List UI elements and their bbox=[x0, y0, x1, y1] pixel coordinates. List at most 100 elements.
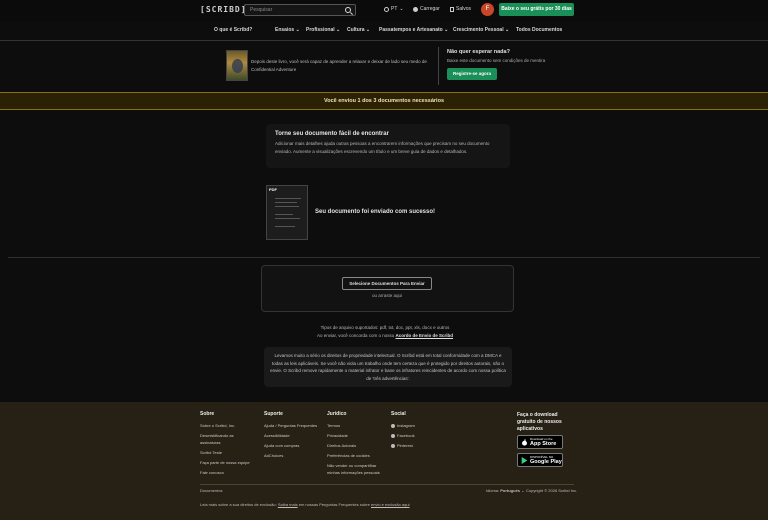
section-divider bbox=[8, 257, 760, 258]
nav-what-is-scribd[interactable]: O que é Scribd? bbox=[214, 27, 252, 33]
text-line bbox=[275, 218, 300, 219]
select-documents-button[interactable]: Selecione Documentos Para Enviar bbox=[342, 277, 432, 290]
search-input[interactable]: Pesquisar bbox=[244, 4, 356, 16]
nav-label: Profissional bbox=[306, 27, 335, 33]
saved-link[interactable]: Salvos bbox=[450, 6, 471, 12]
pinterest-icon bbox=[391, 443, 395, 448]
footer-link[interactable]: Faça parte de nossa equipe bbox=[200, 459, 252, 466]
agreement-line: Ao enviar, você concorda com o nosso Aco… bbox=[200, 332, 570, 340]
footer-social: Social Instagram Facebook Pinterest bbox=[391, 411, 415, 452]
footer-link[interactable]: Não vender ou compartilhar minhas inform… bbox=[327, 462, 383, 476]
instagram-link[interactable]: Instagram bbox=[391, 422, 415, 429]
footer-about: Sobre Sobre o Scribd, Inc. Desmistifican… bbox=[200, 411, 252, 479]
play-icon bbox=[521, 457, 528, 464]
nav-culture[interactable]: Cultura ⌄ bbox=[347, 27, 370, 33]
upload-progress-banner: Você enviou 1 dos 3 documentos necessári… bbox=[0, 92, 768, 110]
search-placeholder: Pesquisar bbox=[250, 7, 273, 13]
ip-notice-text: Levamos muito a sério os direitos de pro… bbox=[270, 353, 506, 381]
search-icon[interactable] bbox=[345, 7, 351, 13]
nav-label: Ensaios bbox=[275, 27, 295, 33]
text-line bbox=[275, 214, 293, 215]
footer-link[interactable]: Direitos Autorais bbox=[327, 442, 383, 449]
footer-legal: Jurídico Termos Privacidade Direitos Aut… bbox=[327, 411, 383, 479]
footer-link[interactable]: Preferências de cookies bbox=[327, 452, 383, 459]
apps-heading: Faça o download gratuito de nossos aplic… bbox=[517, 412, 562, 432]
store-name: App Store bbox=[530, 441, 557, 447]
social-label: Facebook bbox=[397, 433, 415, 438]
footer-link[interactable]: Scribd Teste bbox=[200, 449, 252, 456]
supported-types: Tipos de arquivo suportados: pdf, txt, d… bbox=[320, 325, 450, 330]
avatar[interactable]: F bbox=[481, 3, 494, 16]
footer-link[interactable]: Sobre o Scribd, Inc. bbox=[200, 422, 252, 429]
upload-success-message: Seu documento foi enviado com sucesso! bbox=[315, 209, 436, 215]
app-store-button[interactable]: Download on the App Store bbox=[517, 435, 563, 449]
book-description: Depois deste livro, você será capaz de a… bbox=[251, 58, 431, 74]
book-cover-image[interactable] bbox=[226, 50, 248, 81]
scribd-logo[interactable]: [SCRIBD] bbox=[200, 5, 247, 14]
drag-hint: ou arraste aqui bbox=[371, 293, 403, 298]
footer-link[interactable]: Ajuda / Perguntas Frequentes bbox=[264, 422, 317, 429]
footer-link[interactable]: AdChoices bbox=[264, 452, 317, 459]
top-bar: [SCRIBD] Pesquisar PT ⌄ Carregar Salvos … bbox=[0, 0, 768, 22]
book-description-line: Depois deste livro, você será capaz de a… bbox=[251, 59, 427, 64]
document-thumbnail[interactable]: PDF bbox=[266, 185, 308, 240]
text-line bbox=[275, 202, 297, 203]
upload-label: Carregar bbox=[420, 6, 440, 12]
nav-essays[interactable]: Ensaios ⌄ bbox=[275, 27, 300, 33]
facebook-link[interactable]: Facebook bbox=[391, 432, 415, 439]
nav-all-documents[interactable]: Todos Documentos bbox=[516, 27, 562, 33]
footer-link[interactable]: Fale conosco bbox=[200, 469, 252, 476]
facebook-icon bbox=[391, 433, 395, 438]
pinterest-link[interactable]: Pinterest bbox=[391, 442, 415, 449]
tip-body: Adicionar mais detalhes ajuda outras pes… bbox=[275, 141, 490, 154]
language-footer[interactable]: Idioma: Português ⌄ bbox=[486, 488, 524, 493]
learn-more-link[interactable]: Saiba mais bbox=[278, 502, 298, 507]
no-wait-title: Não quer esperar nada? bbox=[447, 49, 510, 55]
book-promo: Depois deste livro, você será capaz de a… bbox=[0, 41, 768, 92]
pdf-badge: PDF bbox=[269, 187, 277, 192]
bottom-notice: Leia mais sobre a sua direitos de exclus… bbox=[200, 502, 409, 507]
footer-link[interactable]: Desmistificando as assinaturas bbox=[200, 432, 252, 446]
documents-link[interactable]: Documentos bbox=[200, 488, 222, 493]
language-selector[interactable]: PT ⌄ bbox=[384, 6, 404, 12]
text-line bbox=[275, 226, 295, 227]
bottom-prefix: Leia mais sobre a sua direitos de exclus… bbox=[200, 502, 278, 507]
store-name: Google Play bbox=[530, 459, 562, 465]
register-button[interactable]: Registre-se agora bbox=[447, 68, 497, 80]
text-line bbox=[275, 198, 301, 199]
agreement-prefix: Ao enviar, você concorda com o nosso bbox=[316, 333, 396, 338]
bookmark-icon bbox=[450, 6, 454, 12]
book-title[interactable]: Confidential Adventure bbox=[251, 66, 431, 74]
file-types-info: Tipos de arquivo suportados: pdf, txt, d… bbox=[200, 324, 570, 340]
footer-link[interactable]: Ajuda com compras bbox=[264, 442, 317, 449]
footer-heading: Suporte bbox=[264, 411, 283, 417]
nav-label: Crescimento Pessoal bbox=[453, 27, 504, 33]
free-trial-button[interactable]: Baixe o seu grátis por 30 dias bbox=[499, 3, 574, 16]
social-label: Pinterest bbox=[397, 443, 413, 448]
footer-link[interactable]: Termos bbox=[327, 422, 383, 429]
nav-personal-growth[interactable]: Crescimento Pessoal ⌄ bbox=[453, 27, 509, 33]
language-footer-label: Idioma: bbox=[486, 488, 501, 493]
removal-link[interactable]: envio e exclusão aqui bbox=[371, 502, 409, 507]
nav-hobbies[interactable]: Passatempos e Artesanato ⌄ bbox=[379, 27, 448, 33]
footer-link[interactable]: Acessibilidade bbox=[264, 432, 317, 439]
language-footer-value: Português bbox=[500, 488, 521, 493]
language-label: PT bbox=[391, 6, 398, 12]
nav-label: Passatempos e Artesanato bbox=[379, 27, 443, 33]
instagram-icon bbox=[391, 423, 395, 428]
footer-link[interactable]: Privacidade bbox=[327, 432, 383, 439]
copyright: Copyright © 2026 Scribd Inc. bbox=[526, 488, 578, 493]
apple-icon bbox=[522, 439, 527, 446]
bottom-mid: em nossas Perguntas Frequentes sobre bbox=[297, 502, 371, 507]
no-wait-subtitle: Baixe este documento sem condições de me… bbox=[447, 58, 546, 63]
divider bbox=[438, 47, 439, 85]
saved-label: Salvos bbox=[456, 6, 472, 12]
nav-professional[interactable]: Profissional ⌄ bbox=[306, 27, 340, 33]
footer-heading: Sobre bbox=[200, 411, 215, 417]
upload-agreement-link[interactable]: Acordo de Envio de Scribd bbox=[396, 333, 454, 338]
nav-label: Cultura bbox=[347, 27, 365, 33]
google-play-button[interactable]: DISPONÍVEL NO Google Play bbox=[517, 453, 563, 467]
text-line bbox=[275, 206, 299, 207]
social-label: Instagram bbox=[397, 423, 415, 428]
upload-link[interactable]: Carregar bbox=[413, 6, 440, 12]
